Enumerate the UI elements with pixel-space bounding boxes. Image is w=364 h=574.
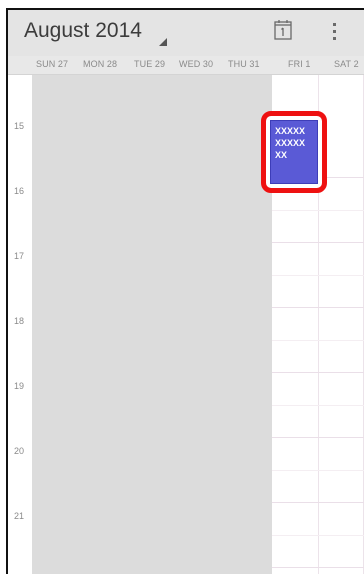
hour-label-16: 16 <box>14 186 25 196</box>
hour-label-15: 15 <box>14 121 25 131</box>
event-title-line-1: XXXXX <box>275 126 306 136</box>
day-label-wed[interactable]: WED 30 <box>179 59 213 69</box>
day-label-mon[interactable]: MON 28 <box>83 59 117 69</box>
action-bar: August 2014 <box>8 10 364 57</box>
hour-label-18: 18 <box>14 316 25 326</box>
event-title-line-2: XXXXX <box>275 138 306 148</box>
day-label-sat[interactable]: SAT 2 <box>334 59 359 69</box>
event-title-line-3: XX <box>275 150 288 160</box>
month-title: August 2014 <box>24 19 142 42</box>
half-hour-line <box>272 275 364 276</box>
hour-label-20: 20 <box>14 446 25 456</box>
day-label-tue[interactable]: TUE 29 <box>134 59 165 69</box>
month-spinner[interactable]: August 2014 <box>24 19 142 43</box>
spinner-arrow-icon <box>159 38 167 46</box>
calendar-today-icon <box>274 20 292 40</box>
day-header-row: SUN 27 MON 28 TUE 29 WED 30 THU 31 FRI 1… <box>8 56 364 75</box>
today-button[interactable] <box>272 18 294 42</box>
hour-line <box>272 242 364 243</box>
half-hour-line <box>272 210 364 211</box>
overflow-menu-button[interactable] <box>328 18 342 46</box>
past-days-area <box>32 75 272 574</box>
event-block[interactable]: XXXXX XXXXX XX <box>270 120 318 184</box>
day-label-sun[interactable]: SUN 27 <box>36 59 68 69</box>
hour-label-21: 21 <box>14 511 25 521</box>
day-label-fri[interactable]: FRI 1 <box>288 59 311 69</box>
hour-line <box>272 567 364 568</box>
hour-label-19: 19 <box>14 381 25 391</box>
hour-line <box>272 437 364 438</box>
day-label-thu[interactable]: THU 31 <box>228 59 260 69</box>
hour-label-17: 17 <box>14 251 25 261</box>
more-vert-icon <box>333 23 336 40</box>
hour-line <box>272 372 364 373</box>
half-hour-line <box>272 340 364 341</box>
hour-line <box>272 502 364 503</box>
half-hour-line <box>272 470 364 471</box>
half-hour-line <box>272 405 364 406</box>
half-hour-line <box>272 535 364 536</box>
screen-frame-top <box>0 0 364 8</box>
hour-line <box>272 307 364 308</box>
